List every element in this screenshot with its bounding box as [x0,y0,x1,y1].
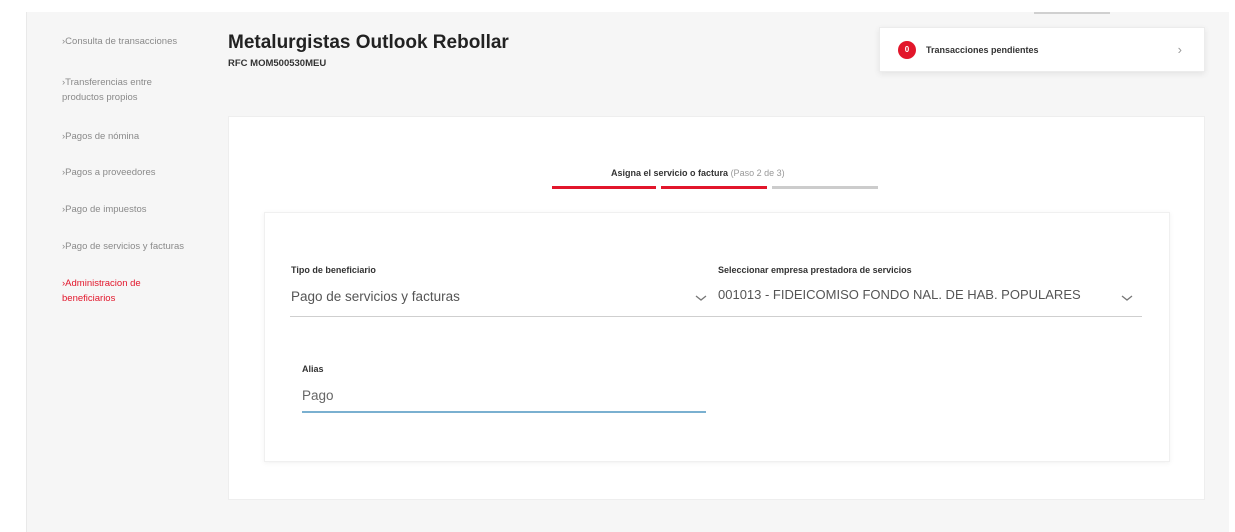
sidebar-item-label: Pago de impuestos [65,204,147,215]
stepper-bar-step-2 [661,186,767,189]
sidebar-item-pagos-proveedores[interactable]: ›Pagos a proveedores [62,165,155,180]
service-company-select[interactable]: 001013 - FIDEICOMISO FONDO NAL. DE HAB. … [718,287,1081,302]
chevron-down-icon[interactable] [694,293,708,303]
pending-transactions-card[interactable]: 0 Transacciones pendientes › [879,27,1205,72]
sidebar-item-pagos-nomina[interactable]: ›Pagos de nómina [62,129,139,144]
service-company-label: Seleccionar empresa prestadora de servic… [718,265,912,275]
service-company-underline [705,316,1142,317]
sidebar-item-label: Transferencias entre productos propios [62,77,152,103]
sidebar-item-pago-servicios[interactable]: ›Pago de servicios y facturas [62,239,184,254]
sidebar-item-pago-impuestos[interactable]: ›Pago de impuestos [62,202,147,217]
stepper-bar-step-1 [552,186,656,189]
beneficiary-type-label: Tipo de beneficiario [291,265,376,275]
beneficiary-type-underline [290,316,705,317]
company-rfc: RFC MOM500530MEU [228,58,327,69]
company-name: Metalurgistas Outlook Rebollar [228,32,509,53]
sidebar-item-transferencias[interactable]: ›Transferencias entre productos propios [62,75,187,105]
sidebar-item-administracion-beneficiarios[interactable]: ›Administracion de beneficiarios [62,276,182,306]
pending-count-badge: 0 [898,40,916,59]
alias-input-underline [302,411,706,413]
alias-label: Alias [302,364,324,374]
sidebar-item-consulta-transacciones[interactable]: ›Consulta de transacciones [62,34,177,49]
sidebar-item-label: Pagos a proveedores [65,167,156,178]
sidebar-item-label: Consulta de transacciones [65,36,178,47]
form-card [264,212,1170,462]
sidebar-item-label: Pagos de nómina [65,131,140,142]
sidebar-item-label: Administracion de beneficiarios [62,278,141,304]
chevron-right-icon: › [1177,42,1182,57]
pending-label: Transacciones pendientes [926,44,1039,55]
chevron-down-icon[interactable] [1120,293,1134,303]
stepper-subtitle: (Paso 2 de 3) [730,168,785,178]
stepper-title-text: Asigna el servicio o factura [611,168,729,178]
stepper-title: Asigna el servicio o factura (Paso 2 de … [611,168,785,178]
alias-input[interactable] [302,384,702,406]
top-tab-indicator [1034,12,1110,14]
sidebar-item-label: Pago de servicios y facturas [65,241,184,252]
stepper-bar-step-3 [772,186,878,189]
beneficiary-type-select[interactable]: Pago de servicios y facturas [291,289,460,304]
